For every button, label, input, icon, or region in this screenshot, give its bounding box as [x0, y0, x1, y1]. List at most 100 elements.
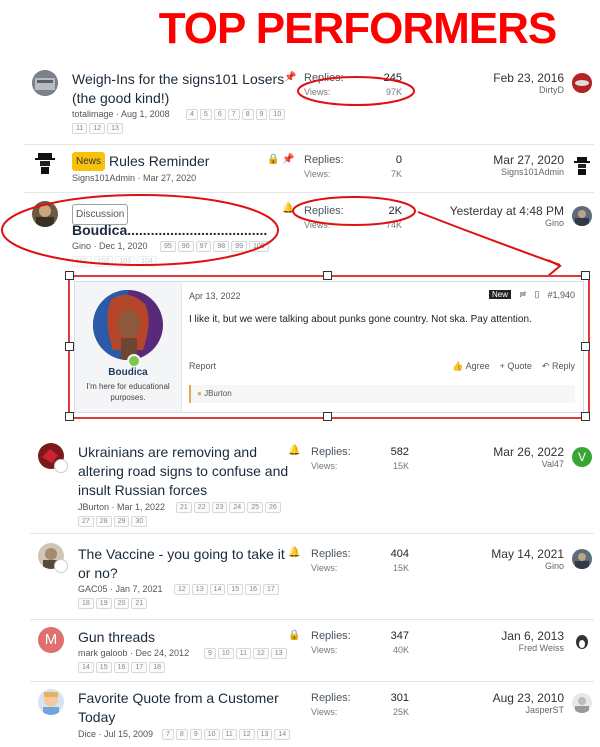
latest-avatar[interactable]: [572, 631, 592, 651]
latest-post[interactable]: Jan 6, 2013 Fred Weiss: [501, 629, 564, 653]
avatar-small[interactable]: [54, 459, 68, 473]
thread-author[interactable]: GAC05: [78, 584, 108, 594]
page-links: 7 8 9 10 11 12 13 14: [162, 729, 312, 740]
thread-row[interactable]: The Vaccine - you going to take it or no…: [30, 533, 594, 620]
post-date[interactable]: Apr 13, 2022: [189, 291, 241, 301]
page-link[interactable]: 9: [204, 648, 216, 659]
page-link[interactable]: 23: [211, 502, 228, 513]
page-link[interactable]: 20: [113, 598, 130, 609]
thread-row[interactable]: Ukrainians are removing and altering roa…: [30, 433, 594, 534]
avatar[interactable]: [38, 689, 64, 715]
resize-handle[interactable]: [581, 412, 590, 421]
thread-title[interactable]: Ukrainians are removing and altering roa…: [78, 443, 290, 500]
thread-author[interactable]: mark galoob: [78, 648, 128, 658]
page-link[interactable]: 25: [247, 502, 263, 513]
latest-date[interactable]: Jan 6, 2013: [501, 629, 564, 643]
latest-user[interactable]: Fred Weiss: [501, 643, 564, 653]
page-link[interactable]: 30: [131, 516, 148, 527]
latest-user[interactable]: JasperST: [493, 705, 564, 715]
page-link[interactable]: 24: [229, 502, 246, 513]
reaction-icon: ●: [197, 389, 202, 398]
thread-title[interactable]: Gun threads: [78, 628, 293, 647]
thread-title[interactable]: The Vaccine - you going to take it or no…: [78, 545, 290, 583]
page-link[interactable]: 12: [252, 648, 269, 659]
page-link[interactable]: 10: [203, 729, 220, 740]
resize-handle[interactable]: [323, 412, 332, 421]
page-link[interactable]: 15: [227, 584, 244, 595]
page-link[interactable]: 13: [191, 584, 208, 595]
page-link[interactable]: 13: [270, 648, 287, 659]
bell-icon: 🔔: [288, 445, 301, 456]
latest-user[interactable]: Gino: [491, 561, 564, 571]
latest-user[interactable]: Val47: [493, 459, 564, 469]
agree-button[interactable]: 👍 Agree: [452, 361, 489, 372]
thread-stats: Replies: 582 Views: 15K: [311, 445, 409, 473]
latest-avatar[interactable]: [572, 693, 592, 713]
latest-avatar[interactable]: V: [572, 447, 592, 467]
resize-handle[interactable]: [581, 271, 590, 280]
thread-date: Jul 15, 2009: [104, 729, 154, 739]
latest-date[interactable]: Aug 23, 2010: [493, 691, 564, 705]
page-link[interactable]: 17: [131, 662, 148, 673]
page-link[interactable]: 29: [113, 516, 130, 527]
thread-author[interactable]: JBurton: [78, 502, 109, 512]
resize-handle[interactable]: [323, 271, 332, 280]
reply-button[interactable]: ↶ Reply: [542, 361, 575, 372]
quote-button[interactable]: + Quote: [500, 361, 532, 372]
page-link[interactable]: 27: [78, 516, 94, 527]
latest-date[interactable]: May 14, 2021: [491, 547, 564, 561]
page-link[interactable]: 17: [262, 584, 279, 595]
page-link[interactable]: 28: [95, 516, 112, 527]
page-link[interactable]: 21: [176, 502, 192, 513]
page-link[interactable]: 14: [78, 662, 94, 673]
page-link[interactable]: 8: [175, 729, 188, 740]
reactions-bar: ● JBurton: [189, 385, 575, 403]
latest-post[interactable]: Mar 26, 2022 Val47: [493, 445, 564, 469]
replies-label: Replies:: [311, 692, 351, 704]
reaction-user[interactable]: JBurton: [204, 389, 232, 398]
page-link[interactable]: 15: [95, 662, 112, 673]
page-link[interactable]: 10: [217, 648, 234, 659]
thread-author[interactable]: Dice: [78, 729, 96, 739]
avatar-small[interactable]: [54, 559, 68, 573]
post-actions-top: New ≓ ▯ #1,940: [488, 289, 575, 300]
thread-title[interactable]: Favorite Quote from a Customer Today: [78, 689, 290, 727]
post-number[interactable]: #1,940: [547, 290, 575, 300]
page-link[interactable]: 18: [78, 598, 94, 609]
resize-handle[interactable]: [65, 271, 74, 280]
thread-row[interactable]: M Gun threads 🔒 mark galoob · Dec 24, 20…: [30, 619, 594, 682]
replies-label: Replies:: [311, 446, 351, 458]
latest-post[interactable]: May 14, 2021 Gino: [491, 547, 564, 571]
page-link[interactable]: 19: [95, 598, 112, 609]
page-link[interactable]: 21: [131, 598, 148, 609]
page-link[interactable]: 7: [162, 729, 174, 740]
page-link[interactable]: 12: [174, 584, 190, 595]
report-link[interactable]: Report: [189, 361, 216, 371]
resize-handle[interactable]: [65, 412, 74, 421]
page-links: 9 10 11 12 13: [204, 648, 304, 659]
thread-row[interactable]: Favorite Quote from a Customer Today Dic…: [30, 681, 594, 747]
latest-post[interactable]: Aug 23, 2010 JasperST: [493, 691, 564, 715]
page-link[interactable]: 14: [209, 584, 226, 595]
latest-avatar[interactable]: [572, 549, 592, 569]
page-link[interactable]: 13: [256, 729, 273, 740]
post-username[interactable]: Boudica: [75, 367, 181, 378]
page-link[interactable]: 11: [221, 729, 237, 740]
resize-handle[interactable]: [65, 342, 74, 351]
latest-date[interactable]: Mar 26, 2022: [493, 445, 564, 459]
page-link[interactable]: 16: [113, 662, 130, 673]
page-link[interactable]: 26: [264, 502, 281, 513]
page-link[interactable]: 22: [193, 502, 210, 513]
like-icon: 👍: [452, 361, 464, 371]
post-avatar[interactable]: [93, 290, 163, 360]
share-icon[interactable]: ≓: [519, 289, 527, 300]
avatar[interactable]: M: [38, 627, 64, 653]
page-link[interactable]: 12: [238, 729, 255, 740]
page-link[interactable]: 11: [235, 648, 251, 659]
resize-handle[interactable]: [581, 342, 590, 351]
page-link[interactable]: 18: [149, 662, 165, 673]
bookmark-icon[interactable]: ▯: [535, 289, 540, 300]
page-link[interactable]: 16: [245, 584, 261, 595]
page-link[interactable]: 14: [274, 729, 291, 740]
page-link[interactable]: 9: [189, 729, 202, 740]
